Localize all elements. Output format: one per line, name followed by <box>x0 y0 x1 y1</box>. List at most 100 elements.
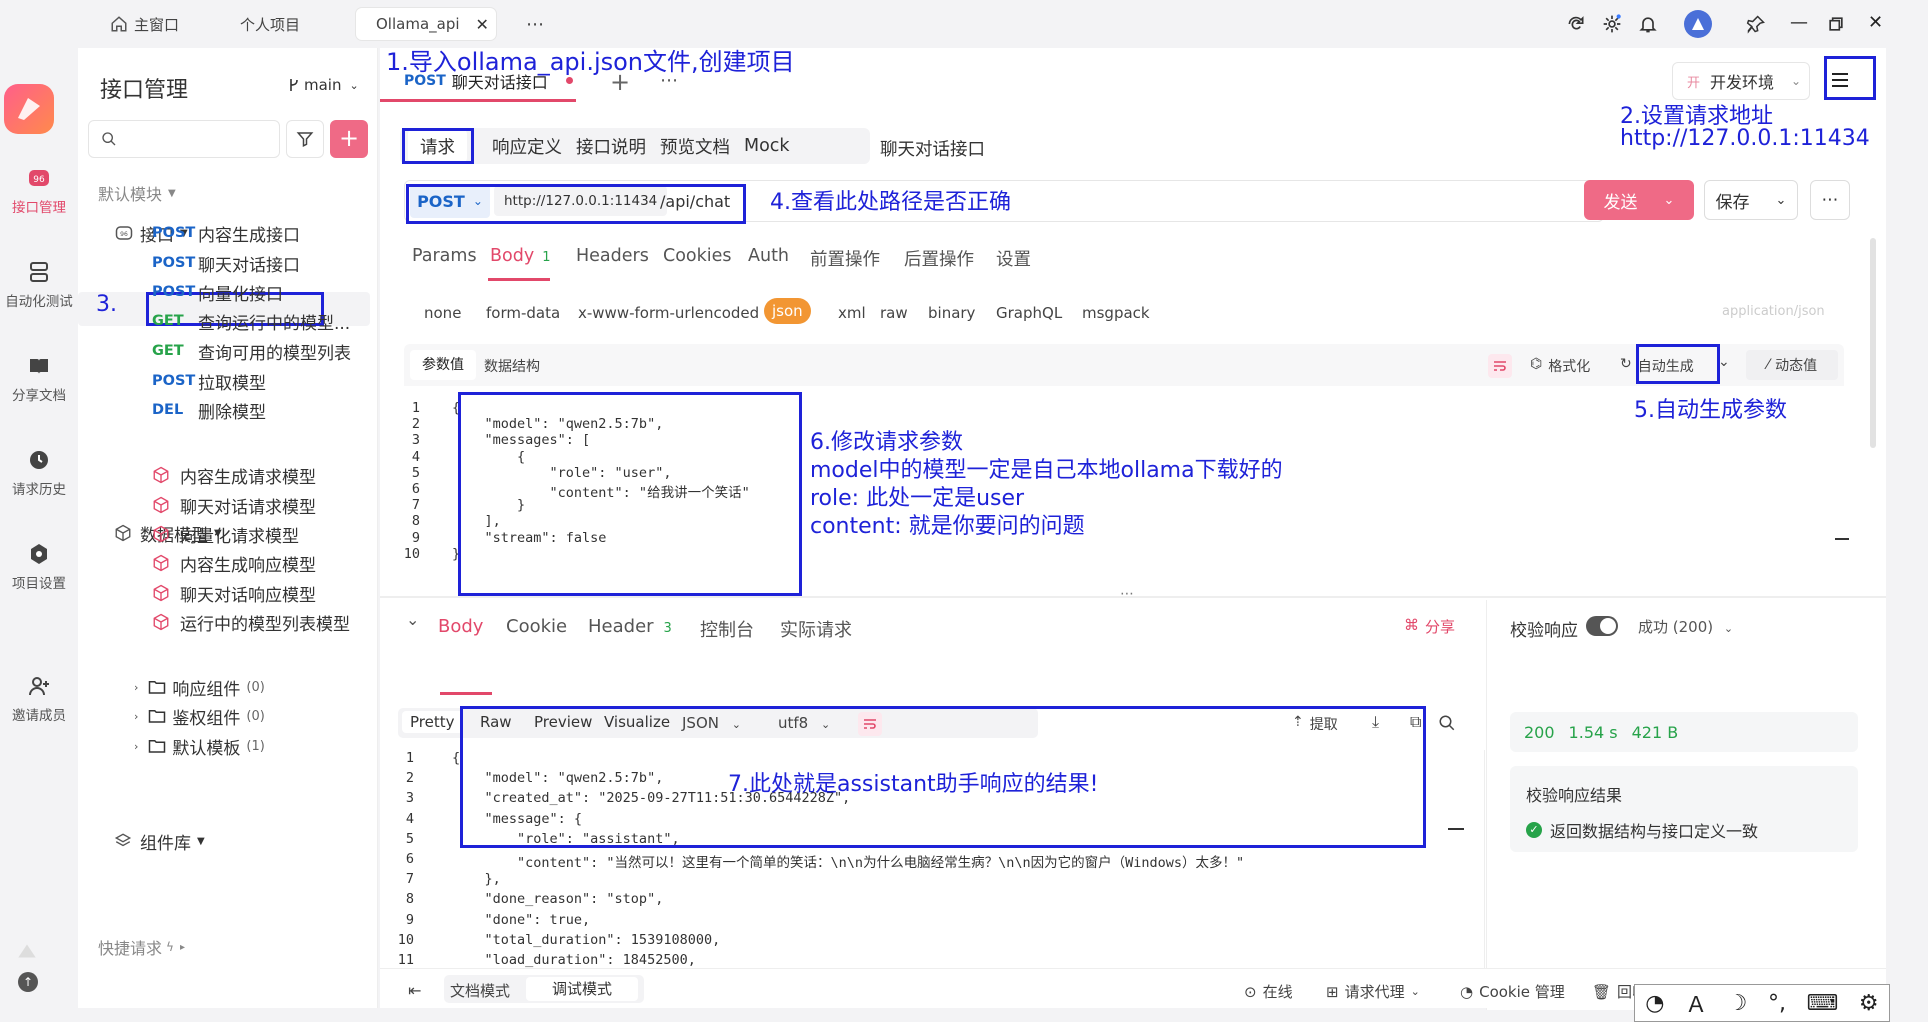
restore-icon[interactable] <box>1826 14 1846 34</box>
body-type-option[interactable]: json <box>764 298 811 324</box>
close-icon[interactable]: ✕ <box>476 15 489 34</box>
environment-selector[interactable]: 开 开发环境 ⌄ <box>1672 62 1810 100</box>
body-type-option[interactable]: x-www-form-urlencoded <box>578 304 759 322</box>
settings-icon[interactable] <box>1602 14 1622 34</box>
response-code-line[interactable]: "done_reason": "stop", <box>452 891 664 907</box>
collapse-sidebar-icon[interactable]: ⇤ <box>408 981 421 1000</box>
sidebar-model-item[interactable]: 聊天对话响应模型 <box>152 578 316 608</box>
add-button[interactable]: + <box>330 120 368 158</box>
sidebar-model-item[interactable]: 运行中的模型列表模型 <box>152 607 350 637</box>
minimize-button[interactable]: — <box>1790 12 1808 33</box>
body-type-option[interactable]: msgpack <box>1082 304 1150 322</box>
format-button[interactable]: ⌬ 格式化 <box>1530 356 1590 376</box>
more-tabs-button[interactable]: ⋯ <box>512 8 558 40</box>
window-close-button[interactable]: ✕ <box>1868 12 1883 33</box>
param-tab[interactable]: 后置操作 <box>904 246 974 271</box>
body-type-option[interactable]: none <box>424 304 461 322</box>
search-icon[interactable] <box>1438 714 1456 732</box>
response-tab[interactable]: Body <box>438 616 483 637</box>
splitter-handle-icon[interactable]: ⋯ <box>1120 586 1134 602</box>
subtab-3[interactable]: 接口说明 <box>564 126 658 166</box>
rail-item-share-docs[interactable]: 分享文档 <box>0 354 78 404</box>
body-type-option[interactable]: xml <box>838 304 866 322</box>
more-actions-button[interactable]: ⋯ <box>1810 180 1850 220</box>
components-group[interactable]: 组件库 ▼ <box>114 826 205 856</box>
avatar[interactable] <box>1684 10 1712 38</box>
param-tab[interactable]: Body 1 <box>490 246 550 266</box>
sidebar-model-item[interactable]: 向量化请求模型 <box>152 519 299 549</box>
quick-request[interactable]: 快捷请求 ϟ ▸ <box>98 932 185 962</box>
dynamic-value-button[interactable]: ⁄ 动态值 <box>1746 350 1838 380</box>
refresh-icon[interactable] <box>1566 14 1586 34</box>
search-box[interactable] <box>88 120 280 158</box>
body-type-option[interactable]: raw <box>880 304 908 322</box>
window-tab-ollama[interactable]: Ollama_api ✕ <box>356 8 496 40</box>
ime-keyboard-icon[interactable]: ⌨ <box>1807 991 1839 1016</box>
body-type-option[interactable]: form-data <box>486 304 560 322</box>
rail-item-history[interactable]: 请求历史 <box>0 448 78 498</box>
default-module[interactable]: 默认模块 ▼ <box>98 178 176 208</box>
ime-moon-icon[interactable]: ☽ <box>1728 991 1748 1016</box>
view-mode-option[interactable]: Pretty <box>402 711 463 733</box>
main-scrollbar[interactable] <box>1870 238 1876 448</box>
wrap-button[interactable] <box>1488 354 1512 378</box>
sidebar-component-item[interactable]: › 响应组件 (0) <box>134 672 265 702</box>
sidebar-api-item[interactable]: DEL 删除模型 <box>152 395 266 425</box>
search-input[interactable] <box>125 131 265 147</box>
send-button[interactable]: 发送 ⌄ <box>1584 180 1694 220</box>
pin-icon[interactable] <box>1746 14 1766 34</box>
response-code-line[interactable]: { <box>452 750 460 766</box>
rail-item-project-settings[interactable]: 项目设置 <box>0 542 78 592</box>
filter-button[interactable] <box>286 120 324 158</box>
response-code-line[interactable]: "total_duration": 1539108000, <box>452 932 721 948</box>
share-button[interactable]: ⌘ 分享 <box>1404 616 1455 637</box>
branch-selector[interactable]: main ⌄ <box>288 76 359 94</box>
sidebar-model-item[interactable]: 内容生成请求模型 <box>152 460 316 490</box>
sidebar-component-item[interactable]: › 默认模板 (1) <box>134 731 265 761</box>
body-type-option[interactable]: binary <box>928 304 975 322</box>
sidebar-api-item[interactable]: GET 查询可用的模型列表 <box>152 336 351 366</box>
doc-mode-button[interactable]: 文档模式 <box>450 980 510 1001</box>
rail-item-invite[interactable]: 邀请成员 <box>0 674 78 724</box>
response-tab[interactable]: Header 3 <box>588 616 672 637</box>
debug-mode-button[interactable]: 调试模式 <box>526 977 638 1001</box>
sidebar-api-item[interactable]: POST 内容生成接口 <box>152 218 300 248</box>
bell-icon[interactable] <box>1638 14 1658 34</box>
sidebar-api-item[interactable]: POST 向量化接口 <box>152 277 283 307</box>
rail-item-api[interactable]: 96 接口管理 <box>0 166 78 216</box>
param-tab[interactable]: 前置操作 <box>810 246 880 271</box>
sidebar-api-item[interactable]: POST 拉取模型 <box>152 366 266 396</box>
ime-logo-icon[interactable]: ◔ <box>1645 991 1664 1016</box>
validate-status-selector[interactable]: 成功 (200) ⌄ <box>1638 616 1733 637</box>
param-tab[interactable]: Headers <box>576 246 649 266</box>
rail-item-automation[interactable]: 自动化测试 <box>0 260 78 310</box>
param-tab[interactable]: Params <box>412 246 477 266</box>
sidebar-model-item[interactable]: 聊天对话请求模型 <box>152 490 316 520</box>
subtab-5[interactable]: Mock <box>732 126 802 166</box>
ime-font-icon[interactable]: Ａ <box>1685 987 1707 1019</box>
param-tab[interactable]: Cookies <box>663 246 732 266</box>
sidebar-component-item[interactable]: › 鉴权组件 (0) <box>134 701 265 731</box>
response-tab[interactable]: Cookie <box>506 616 567 637</box>
online-status[interactable]: ⊙ 在线 <box>1244 981 1293 1002</box>
sidebar-model-item[interactable]: 内容生成响应模型 <box>152 548 316 578</box>
window-tab-personal[interactable]: 个人项目 <box>226 8 314 40</box>
subtab-2[interactable]: 响应定义 <box>480 126 574 166</box>
editor-tab-schema[interactable]: 数据结构 <box>484 356 540 376</box>
param-tab[interactable]: 设置 <box>996 246 1031 271</box>
response-code-line[interactable]: "done": true, <box>452 912 591 928</box>
response-tab[interactable]: 控制台 <box>700 616 754 642</box>
proxy-selector[interactable]: ⊞ 请求代理 ⌄ <box>1326 981 1420 1002</box>
scroll-up-icon[interactable]: ↑ <box>18 972 38 992</box>
response-code-line[interactable]: "content": "当然可以！这里有一个简单的笑话：\n\n为什么电脑经常生… <box>452 851 1244 871</box>
sidebar-api-item[interactable]: GET 查询运行中的模型... <box>152 306 350 336</box>
window-tab-home[interactable]: 主窗口 <box>96 8 193 40</box>
response-code-line[interactable]: "load_duration": 18452500, <box>452 952 696 968</box>
cookie-manager-button[interactable]: ◔ Cookie 管理 <box>1460 981 1565 1002</box>
collapse-response-icon[interactable]: ⌄ <box>406 610 419 629</box>
validate-toggle[interactable] <box>1586 616 1618 636</box>
ime-punct-icon[interactable]: °, <box>1768 991 1786 1016</box>
param-tab[interactable]: Auth <box>748 246 789 266</box>
save-button[interactable]: 保存 ⌄ <box>1704 180 1798 220</box>
subtab-4[interactable]: 预览文档 <box>648 126 742 166</box>
